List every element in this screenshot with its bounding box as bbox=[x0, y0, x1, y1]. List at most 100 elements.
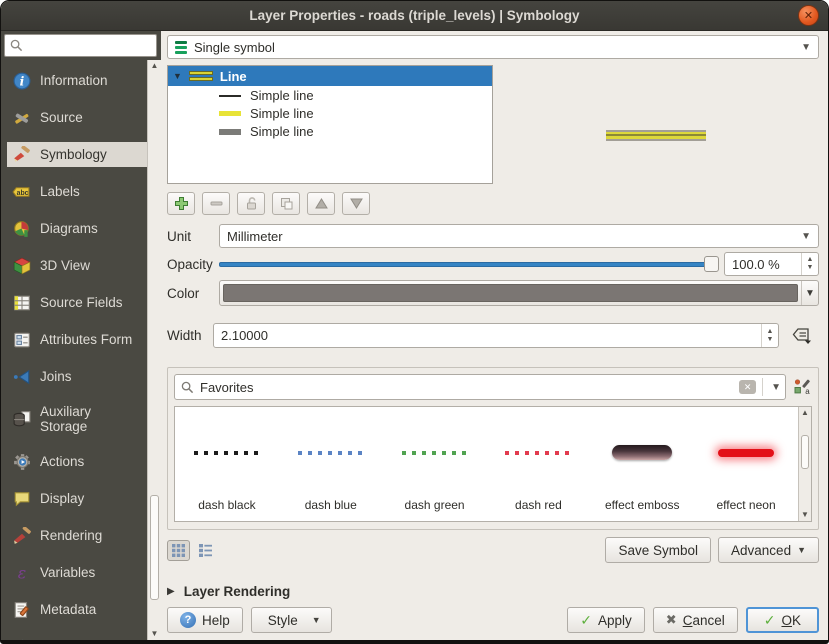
scroll-down-icon[interactable]: ▼ bbox=[801, 509, 809, 521]
scroll-up-icon[interactable]: ▲ bbox=[801, 407, 809, 419]
emboss-swatch bbox=[612, 445, 672, 460]
style-manager-button[interactable]: a bbox=[793, 378, 812, 397]
slider-handle[interactable] bbox=[704, 256, 719, 272]
close-icon[interactable]: ✕ bbox=[798, 5, 819, 26]
symbol-search-combobox[interactable]: ✕ ▼ bbox=[174, 374, 786, 400]
renderer-combobox[interactable]: Single symbol ▼ bbox=[167, 35, 819, 59]
sidebar-item-symbology[interactable]: Symbology bbox=[7, 142, 161, 167]
symbol-card-effect-emboss[interactable]: effect emboss bbox=[590, 407, 694, 521]
paintbrush-icon bbox=[12, 145, 31, 164]
sidebar-item-attributes-form[interactable]: Attributes Form bbox=[7, 327, 144, 352]
symbol-card-dash-black[interactable]: dash black bbox=[175, 407, 279, 521]
sidebar-item-dependencies[interactable]: Dependencies bbox=[7, 634, 144, 640]
style-button[interactable]: Style ▼ bbox=[251, 607, 332, 633]
check-icon: ✓ bbox=[580, 612, 592, 629]
width-label: Width bbox=[167, 328, 213, 343]
form-icon bbox=[12, 330, 31, 349]
tree-item-simple-line-2[interactable]: Simple line bbox=[168, 104, 492, 122]
spinner-arrows-icon[interactable]: ▲▼ bbox=[761, 324, 778, 347]
opacity-slider[interactable] bbox=[219, 256, 719, 272]
symbol-card-dash-green[interactable]: dash green bbox=[383, 407, 487, 521]
opacity-spinbox[interactable]: 100.0 % ▲▼ bbox=[724, 252, 819, 276]
sidebar-search-input[interactable] bbox=[4, 34, 157, 57]
width-spinbox[interactable]: 2.10000 ▲▼ bbox=[213, 323, 779, 348]
scrollbar-handle[interactable] bbox=[801, 435, 809, 469]
icon-view-button[interactable] bbox=[167, 540, 190, 561]
symbol-search-input[interactable] bbox=[200, 380, 733, 395]
sidebar-item-labels[interactable]: abc Labels bbox=[7, 179, 144, 204]
tree-item-line[interactable]: ▼ Line bbox=[168, 66, 492, 86]
lock-color-button[interactable] bbox=[237, 192, 265, 215]
single-symbol-icon bbox=[175, 41, 187, 54]
symbol-card-effect-neon[interactable]: effect neon bbox=[694, 407, 798, 521]
abc-label-icon: abc bbox=[12, 182, 31, 201]
render-brush-icon bbox=[12, 526, 31, 545]
sidebar-item-auxiliary-storage[interactable]: Auxiliary Storage bbox=[7, 401, 144, 437]
chevron-down-icon: ▼ bbox=[801, 42, 811, 53]
info-icon: i bbox=[12, 71, 31, 90]
svg-text:ε: ε bbox=[17, 564, 25, 582]
tree-item-simple-line-1[interactable]: Simple line bbox=[168, 86, 492, 104]
collapsed-arrow-icon: ▶ bbox=[167, 586, 175, 597]
svg-text:abc: abc bbox=[17, 190, 29, 197]
scroll-down-icon[interactable]: ▼ bbox=[151, 628, 159, 640]
open-lock-icon bbox=[244, 196, 259, 211]
save-symbol-button[interactable]: Save Symbol bbox=[605, 537, 711, 563]
color-label: Color bbox=[167, 286, 219, 301]
sidebar-item-rendering[interactable]: Rendering bbox=[7, 523, 144, 548]
apply-button[interactable]: ✓ Apply bbox=[567, 607, 645, 633]
symbol-layer-tree: ▼ Line Simple line Simple line Sim bbox=[167, 65, 493, 184]
duplicate-symbol-layer-button[interactable] bbox=[272, 192, 300, 215]
sidebar-item-3d-view[interactable]: 3D View bbox=[7, 253, 144, 278]
list-view-icon bbox=[199, 544, 212, 557]
color-swatch bbox=[223, 284, 798, 302]
plus-icon bbox=[174, 196, 189, 211]
symbol-card-dash-red[interactable]: dash red bbox=[486, 407, 590, 521]
add-symbol-layer-button[interactable] bbox=[167, 192, 195, 215]
help-icon: ? bbox=[180, 612, 196, 628]
help-button[interactable]: ? Help bbox=[167, 607, 243, 633]
unit-combobox[interactable]: Millimeter ▼ bbox=[219, 224, 819, 248]
chevron-down-icon[interactable]: ▼ bbox=[771, 382, 781, 393]
layer-rendering-collapsible[interactable]: ▶ Layer Rendering bbox=[167, 584, 819, 599]
cancel-button[interactable]: ✖ Cancel bbox=[653, 607, 738, 633]
sidebar-item-diagrams[interactable]: Diagrams bbox=[7, 216, 144, 241]
metadata-icon bbox=[12, 600, 31, 619]
thin-black-line-icon bbox=[219, 95, 241, 97]
sidebar-item-display[interactable]: Display bbox=[7, 486, 144, 511]
sidebar-item-actions[interactable]: Actions bbox=[7, 449, 144, 474]
color-button[interactable]: ▼ bbox=[219, 280, 819, 306]
ok-button[interactable]: ✓ OK bbox=[746, 607, 819, 633]
scrollbar-handle[interactable] bbox=[150, 495, 159, 601]
symbol-card-dash-blue[interactable]: dash blue bbox=[279, 407, 383, 521]
list-view-button[interactable] bbox=[194, 540, 217, 561]
chevron-down-icon: ▼ bbox=[797, 545, 806, 555]
sidebar-item-joins[interactable]: Joins bbox=[7, 364, 144, 389]
scroll-up-icon[interactable]: ▲ bbox=[151, 60, 159, 72]
gallery-scrollbar[interactable]: ▲ ▼ bbox=[798, 407, 811, 521]
chevron-down-icon[interactable]: ▼ bbox=[801, 281, 818, 305]
spinner-arrows-icon[interactable]: ▲▼ bbox=[801, 253, 818, 275]
sidebar-item-source[interactable]: Source bbox=[7, 105, 144, 130]
advanced-button[interactable]: Advanced▼ bbox=[718, 537, 819, 563]
line-symbol-icon bbox=[189, 71, 213, 81]
remove-symbol-layer-button[interactable] bbox=[202, 192, 230, 215]
sidebar-scrollbar[interactable]: ▲ ▼ bbox=[147, 60, 161, 640]
tree-item-simple-line-3[interactable]: Simple line bbox=[168, 122, 492, 140]
clear-search-icon[interactable]: ✕ bbox=[739, 380, 756, 394]
dash-green-swatch bbox=[402, 451, 468, 455]
sidebar-item-source-fields[interactable]: Source Fields bbox=[7, 290, 144, 315]
dash-black-swatch bbox=[194, 451, 260, 455]
sidebar-item-metadata[interactable]: Metadata bbox=[7, 597, 144, 622]
data-defined-override-button[interactable] bbox=[779, 324, 813, 348]
move-down-button[interactable] bbox=[342, 192, 370, 215]
sidebar-item-variables[interactable]: ε Variables bbox=[7, 560, 144, 585]
cross-icon: ✖ bbox=[666, 612, 677, 628]
search-icon bbox=[181, 381, 194, 394]
title-bar[interactable]: Layer Properties - roads (triple_levels)… bbox=[1, 1, 828, 31]
sidebar-item-information[interactable]: i Information bbox=[7, 68, 144, 93]
move-up-button[interactable] bbox=[307, 192, 335, 215]
expander-icon[interactable]: ▼ bbox=[173, 71, 182, 81]
window-title: Layer Properties - roads (triple_levels)… bbox=[249, 8, 579, 23]
search-icon bbox=[10, 39, 23, 52]
